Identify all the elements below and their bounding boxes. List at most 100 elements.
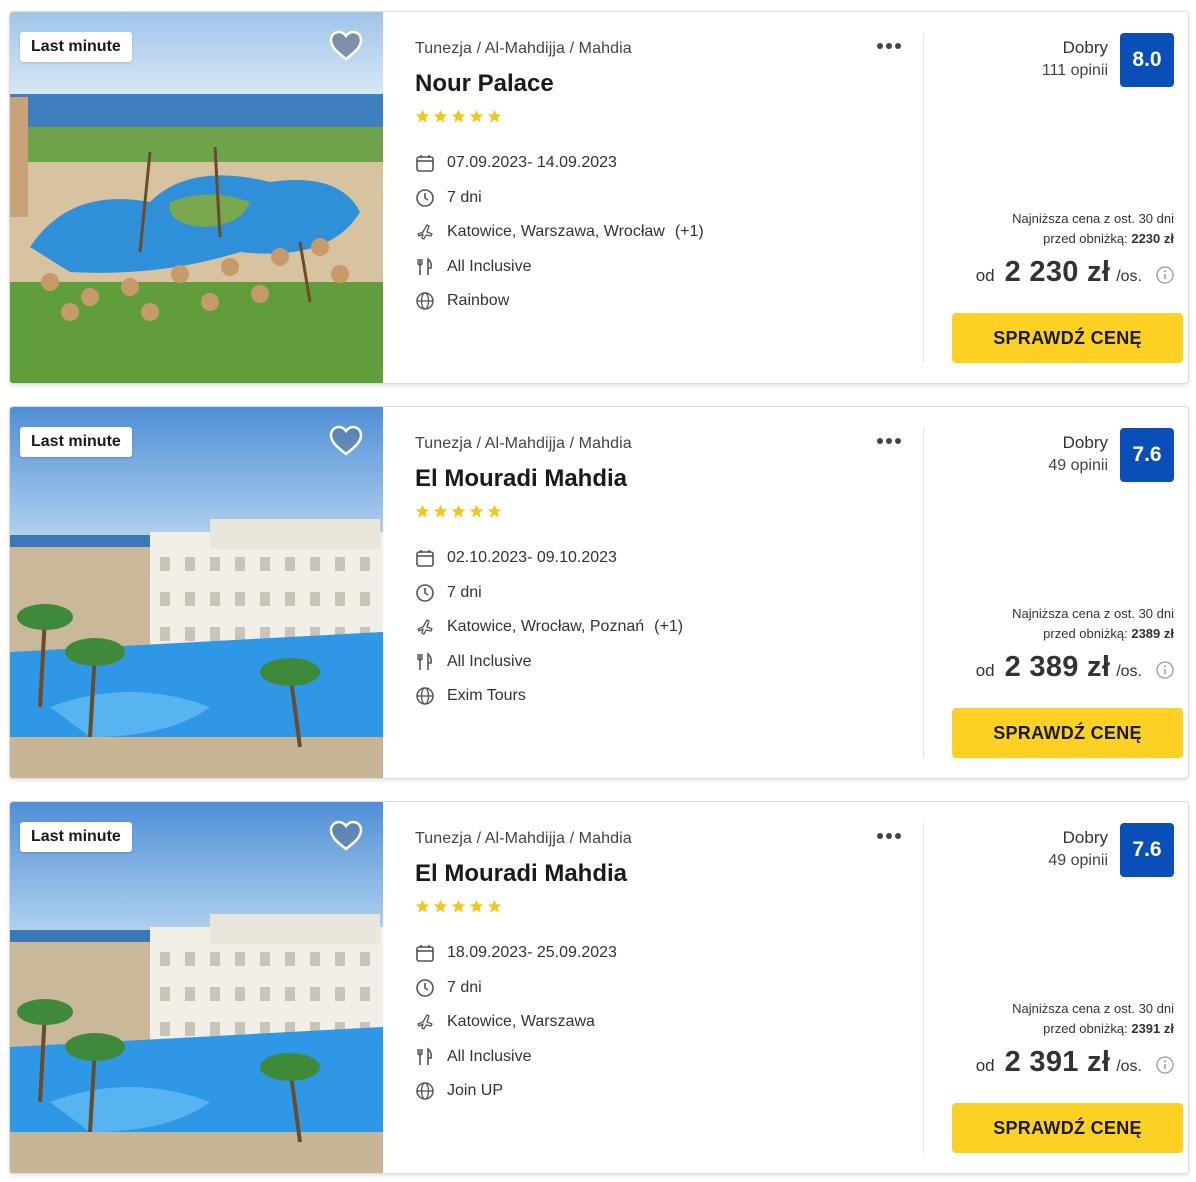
hotel-photo[interactable]: Last minute	[10, 12, 383, 383]
price-value: 2 389 zł	[1004, 651, 1111, 683]
calendar-icon	[415, 943, 435, 963]
reviews-count[interactable]: 49 opinii	[1048, 457, 1108, 475]
star-icon	[487, 899, 502, 913]
more-options-button[interactable]	[877, 36, 909, 56]
star-icon	[433, 899, 448, 913]
star-icon	[469, 504, 484, 518]
departures-row: Katowice, Warszawa	[415, 1005, 617, 1040]
price-prefix: od	[975, 1056, 995, 1075]
price: od 2 230 zł /os.	[976, 256, 1142, 289]
info-icon[interactable]	[1156, 1056, 1174, 1074]
heart-icon	[329, 30, 363, 61]
star-rating	[415, 109, 502, 127]
more-departures[interactable]: (+1)	[675, 223, 704, 241]
duration-row: 7 dni	[415, 181, 704, 216]
dates-row: 02.10.2023- 09.10.2023	[415, 541, 683, 576]
price-value: 2 391 zł	[1004, 1046, 1111, 1078]
lowest-price-label: Najniższa cena z ost. 30 dni	[1012, 606, 1174, 621]
heart-icon	[329, 425, 363, 456]
hotel-photo[interactable]: Last minute	[10, 802, 383, 1173]
rating-score: 8.0	[1120, 33, 1174, 87]
star-icon	[469, 899, 484, 913]
hotel-image	[10, 407, 383, 778]
price-unit: /os.	[1116, 1058, 1142, 1075]
dates-text: 07.09.2023- 14.09.2023	[447, 154, 617, 172]
board-row: All Inclusive	[415, 1040, 617, 1075]
offer-card[interactable]: Last minute Tunezja / Al-Mahdijja / Mahd…	[9, 801, 1189, 1174]
lowest-price-prefix: przed obniżką:	[1043, 1021, 1128, 1036]
duration-text: 7 dni	[447, 978, 482, 996]
location-breadcrumb[interactable]: Tunezja / Al-Mahdijja / Mahdia	[415, 40, 632, 58]
price-prefix: od	[975, 661, 995, 680]
lowest-price-value: 2391 zł	[1131, 1021, 1174, 1036]
star-icon	[415, 504, 430, 518]
reviews-count[interactable]: 111 opinii	[1042, 62, 1108, 80]
rating-word: Dobry	[1062, 828, 1108, 847]
lowest-price-note: Najniższa cena z ost. 30 dni przed obniż…	[1012, 604, 1174, 644]
departures-row: Katowice, Warszawa, Wrocław (+1)	[415, 215, 704, 250]
favorite-button[interactable]	[329, 30, 363, 62]
lowest-price-value: 2230 zł	[1131, 231, 1174, 246]
more-departures[interactable]: (+1)	[654, 618, 683, 636]
operator-row: Rainbow	[415, 284, 704, 319]
departures-text: Katowice, Wrocław, Poznań	[447, 618, 645, 636]
price-unit: /os.	[1116, 268, 1142, 285]
more-options-button[interactable]	[877, 431, 909, 451]
more-options-button[interactable]	[877, 826, 909, 846]
duration-text: 7 dni	[447, 583, 482, 601]
star-icon	[469, 109, 484, 123]
cutlery-icon	[415, 257, 435, 277]
globe-icon	[415, 686, 435, 706]
plane-icon	[415, 617, 435, 637]
check-price-button[interactable]: SPRAWDŹ CENĘ	[952, 1103, 1183, 1153]
departures-text: Katowice, Warszawa	[447, 1013, 595, 1031]
board-row: All Inclusive	[415, 645, 683, 680]
board-text: All Inclusive	[447, 1047, 532, 1065]
check-price-button[interactable]: SPRAWDŹ CENĘ	[952, 313, 1183, 363]
departures-row: Katowice, Wrocław, Poznań (+1)	[415, 610, 683, 645]
lowest-price-note: Najniższa cena z ost. 30 dni przed obniż…	[1012, 999, 1174, 1039]
favorite-button[interactable]	[329, 425, 363, 457]
star-rating	[415, 899, 502, 917]
rating-score: 7.6	[1120, 823, 1174, 877]
duration-row: 7 dni	[415, 971, 617, 1006]
hotel-name[interactable]: Nour Palace	[415, 70, 554, 98]
star-icon	[487, 504, 502, 518]
lowest-price-label: Najniższa cena z ost. 30 dni	[1012, 211, 1174, 226]
offer-card[interactable]: Last minute Tunezja / Al-Mahdijja / Mahd…	[9, 11, 1189, 384]
hotel-photo[interactable]: Last minute	[10, 407, 383, 778]
dates-row: 18.09.2023- 25.09.2023	[415, 936, 617, 971]
board-row: All Inclusive	[415, 250, 704, 285]
offer-card[interactable]: Last minute Tunezja / Al-Mahdijja / Mahd…	[9, 406, 1189, 779]
price-unit: /os.	[1116, 663, 1142, 680]
location-breadcrumb[interactable]: Tunezja / Al-Mahdijja / Mahdia	[415, 830, 632, 848]
favorite-button[interactable]	[329, 820, 363, 852]
check-price-button[interactable]: SPRAWDŹ CENĘ	[952, 708, 1183, 758]
hotel-name[interactable]: El Mouradi Mahdia	[415, 860, 627, 888]
cutlery-icon	[415, 652, 435, 672]
price: od 2 389 zł /os.	[976, 651, 1142, 684]
board-text: All Inclusive	[447, 652, 532, 670]
rating-score: 7.6	[1120, 428, 1174, 482]
rating-word: Dobry	[1062, 433, 1108, 452]
cutlery-icon	[415, 1047, 435, 1067]
location-breadcrumb[interactable]: Tunezja / Al-Mahdijja / Mahdia	[415, 435, 632, 453]
info-icon[interactable]	[1156, 266, 1174, 284]
star-icon	[451, 504, 466, 518]
star-icon	[433, 109, 448, 123]
reviews-count[interactable]: 49 opinii	[1048, 852, 1108, 870]
hotel-name[interactable]: El Mouradi Mahdia	[415, 465, 627, 493]
departures-text: Katowice, Warszawa, Wrocław	[447, 223, 665, 241]
globe-icon	[415, 1081, 435, 1101]
board-text: All Inclusive	[447, 257, 532, 275]
star-icon	[415, 109, 430, 123]
lowest-price-prefix: przed obniżką:	[1043, 231, 1128, 246]
price: od 2 391 zł /os.	[976, 1046, 1142, 1079]
duration-text: 7 dni	[447, 188, 482, 206]
star-icon	[433, 504, 448, 518]
info-icon[interactable]	[1156, 661, 1174, 679]
star-icon	[451, 109, 466, 123]
star-icon	[415, 899, 430, 913]
hotel-image	[10, 802, 383, 1173]
star-icon	[487, 109, 502, 123]
